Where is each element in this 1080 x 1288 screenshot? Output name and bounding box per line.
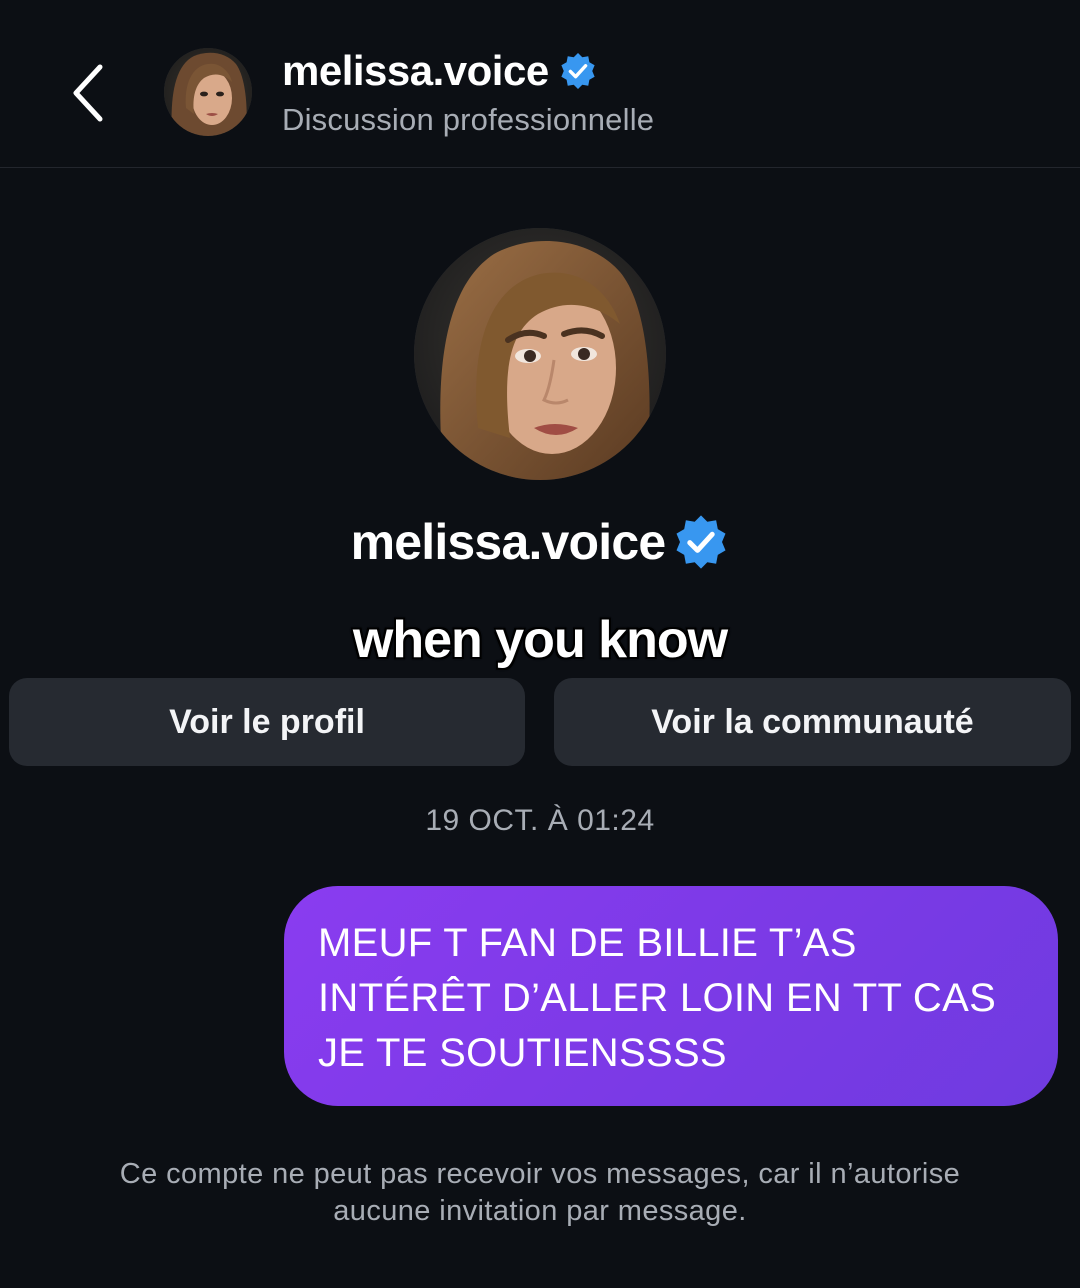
- messaging-restriction-notice: Ce compte ne peut pas recevoir vos messa…: [119, 1158, 961, 1227]
- header-subtitle: Discussion professionnelle: [282, 102, 655, 137]
- video-caption-overlay: when you know: [352, 611, 728, 669]
- verified-badge-icon: [676, 515, 726, 569]
- profile-avatar[interactable]: [414, 228, 666, 480]
- avatar-image: [164, 48, 252, 136]
- header-username: melissa.voice: [282, 47, 549, 94]
- back-button[interactable]: [60, 58, 116, 128]
- header-title[interactable]: melissa.voice: [282, 44, 597, 98]
- view-profile-button[interactable]: Voir le profil: [9, 678, 525, 766]
- message-text: MEUF T FAN DE BILLIE T’AS INTÉRÊT D’ALLE…: [318, 921, 997, 1075]
- verified-badge-icon: [561, 52, 595, 90]
- avatar-image: [414, 228, 666, 480]
- sent-message-bubble[interactable]: MEUF T FAN DE BILLIE T’AS INTÉRÊT D’ALLE…: [284, 886, 1058, 1106]
- chevron-left-icon: [73, 64, 103, 122]
- chat-header: melissa.voice Discussion professionnelle: [0, 0, 1080, 168]
- profile-username: melissa.voice: [350, 514, 667, 570]
- header-avatar[interactable]: [164, 48, 252, 136]
- view-community-button[interactable]: Voir la communauté: [554, 678, 1071, 766]
- message-timestamp: 19 OCT. À 01:24: [425, 804, 655, 837]
- profile-title: melissa.voice: [0, 510, 1080, 574]
- dm-screen: melissa.voice Discussion professionnelle: [0, 0, 1080, 1288]
